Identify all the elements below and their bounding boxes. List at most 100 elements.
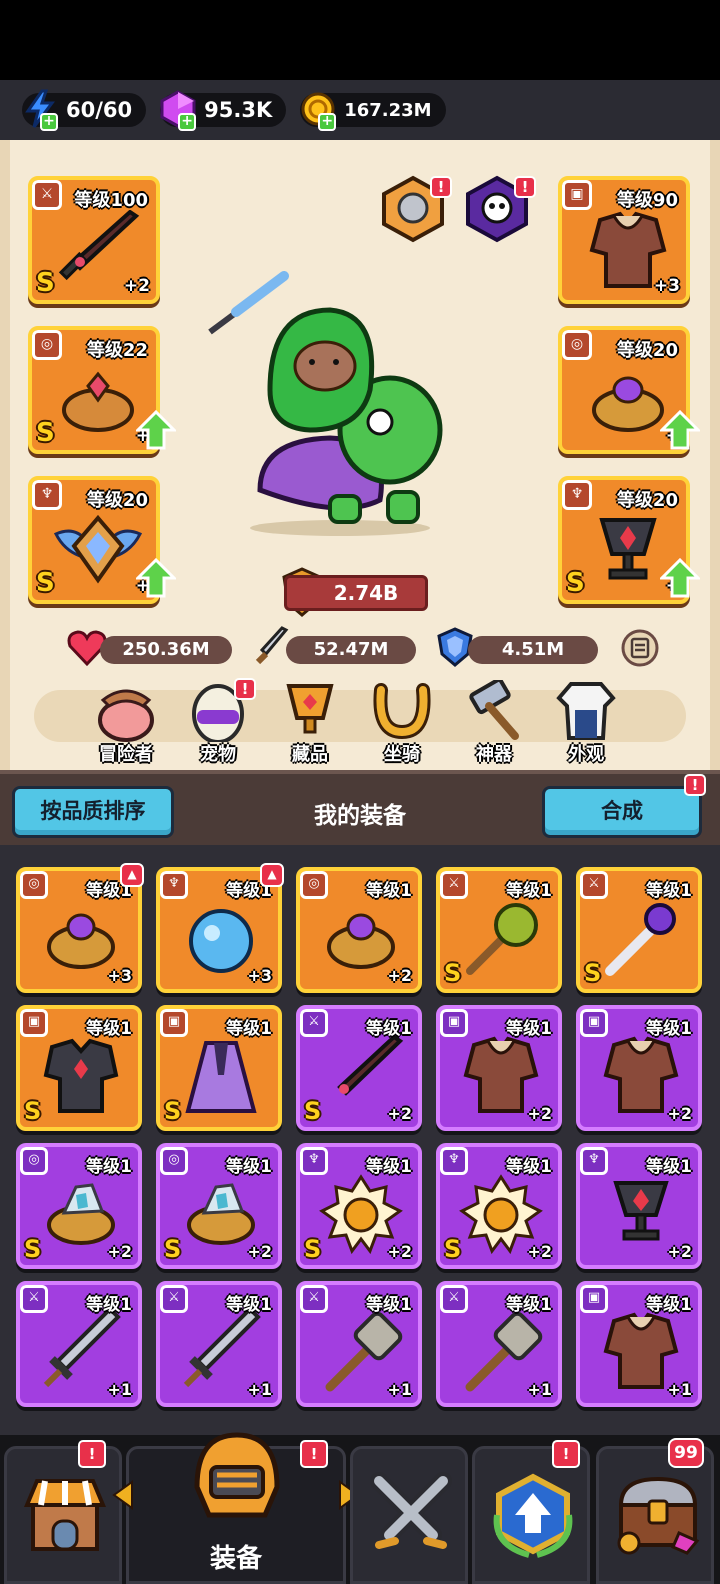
item-level: 等级1: [506, 881, 552, 901]
ring-type-icon: ◎: [32, 330, 62, 360]
item-level: 等级1: [366, 1019, 412, 1039]
gem-counter[interactable]: + 95.3K: [160, 90, 287, 131]
rank-label: S: [36, 418, 55, 448]
upgrade-arrow-icon: [136, 558, 176, 598]
inventory-item[interactable]: ♆ 等级1 S +2: [296, 1143, 422, 1269]
item-type-icon: ⚔: [440, 871, 468, 899]
inventory-item[interactable]: ◎ 等级1 +2: [296, 867, 422, 993]
alert-badge: !: [684, 774, 706, 796]
enhance-level: +1: [667, 1380, 692, 1399]
item-type-icon: ⚔: [440, 1285, 468, 1313]
equip-slot-armor[interactable]: ▣ 等级90 +3: [558, 176, 690, 304]
stats-detail-icon[interactable]: [620, 628, 660, 668]
item-type-icon: ♆: [300, 1147, 328, 1175]
inventory-item[interactable]: ◎ 等级1 S +2: [16, 1143, 142, 1269]
alert-badge: !: [552, 1440, 580, 1468]
inventory-item[interactable]: ▣ 等级1 +2: [436, 1005, 562, 1131]
inventory-item[interactable]: ▣ 等级1 S: [16, 1005, 142, 1131]
collection-icon: [286, 684, 334, 734]
item-level: 等级1: [506, 1019, 552, 1039]
rank-label: S: [566, 568, 585, 598]
rank-label: S: [444, 959, 462, 987]
inventory-item[interactable]: ⚔ 等级1 +1: [436, 1281, 562, 1407]
rank-label: S: [304, 1097, 322, 1125]
add-gems-icon[interactable]: +: [178, 113, 197, 131]
item-type-icon: ▣: [160, 1009, 188, 1037]
inventory-grid: ◎ 等级1 +3 ▲ ♆ 等级1 +3 ▲ ◎ 等级1 +2 ⚔ 等级1 S ⚔ 等级1 S ▣ 等级1 S ▣ 等级1 S…: [0, 845, 720, 1435]
inventory-item[interactable]: ▣ 等级1 +2: [576, 1005, 702, 1131]
new-item-badge: ▲: [120, 863, 144, 887]
rank-label: S: [36, 268, 55, 298]
chevron-left-icon[interactable]: [110, 1480, 136, 1510]
item-type-icon: ◎: [300, 871, 328, 899]
mount-icon: [373, 683, 431, 740]
menu-outfit[interactable]: 外观: [546, 680, 626, 765]
crossed-swords-icon: [370, 1472, 452, 1549]
slot-level: 等级22: [86, 340, 148, 361]
item-type-icon: ◎: [20, 1147, 48, 1175]
nav-equipment-label: 装备: [209, 1544, 262, 1574]
item-level: 等级1: [646, 1157, 692, 1177]
item-type-icon: ♆: [580, 1147, 608, 1175]
slot-level: 等级20: [616, 490, 678, 511]
adventurer-icon: [98, 689, 154, 742]
energy-counter[interactable]: + 60/60: [22, 89, 147, 131]
enhance-level: +2: [107, 1242, 132, 1261]
new-item-badge: ▲: [260, 863, 284, 887]
rank-label: S: [304, 1235, 322, 1263]
enhance-level: +2: [387, 1242, 412, 1261]
inventory-item[interactable]: ⚔ 等级1 S: [436, 867, 562, 993]
inventory-item[interactable]: ⚔ 等级1 +1: [16, 1281, 142, 1407]
merge-button[interactable]: 合成: [542, 786, 702, 838]
rank-label: S: [584, 959, 602, 987]
upgrade-arrow-icon: [660, 558, 700, 598]
item-level: 等级1: [646, 881, 692, 901]
menu-artifact[interactable]: 神器: [454, 677, 534, 765]
necklace-type-icon: ♆: [32, 480, 62, 510]
enhance-level: +2: [247, 1242, 272, 1261]
enhance-level: +2: [123, 276, 150, 296]
enhance-level: +2: [527, 1104, 552, 1123]
add-energy-icon[interactable]: +: [40, 113, 58, 131]
inventory-item[interactable]: ⚔ 等级1 S: [576, 867, 702, 993]
sort-by-quality-button[interactable]: 按品质排序: [12, 786, 174, 838]
nav-battle[interactable]: [350, 1446, 468, 1584]
inventory-item[interactable]: ♆ 等级1 S +2: [436, 1143, 562, 1269]
hp-stat: 250.36M: [100, 636, 232, 664]
status-bar: [0, 0, 720, 80]
inventory-item[interactable]: ⚔ 等级1 +1: [156, 1281, 282, 1407]
energy-value: 60/60: [66, 98, 133, 122]
gem-value: 95.3K: [204, 98, 273, 122]
menu-collection[interactable]: 藏品: [270, 680, 350, 765]
item-type-icon: ⚔: [20, 1285, 48, 1313]
item-level: 等级1: [226, 1295, 272, 1315]
inventory-item[interactable]: ♆ 等级1 +2: [576, 1143, 702, 1269]
item-type-icon: ⚔: [580, 871, 608, 899]
item-type-icon: ♆: [440, 1147, 468, 1175]
menu-adventurer[interactable]: 冒险者: [86, 680, 166, 765]
upgrade-arrow-icon: [136, 410, 176, 450]
rank-label: S: [164, 1235, 182, 1263]
item-type-icon: ▣: [580, 1285, 608, 1313]
inventory-item[interactable]: ◎ 等级1 S +2: [156, 1143, 282, 1269]
inventory-item[interactable]: ▣ 等级1 S: [156, 1005, 282, 1131]
add-gold-icon[interactable]: +: [318, 113, 337, 131]
inventory-item[interactable]: ▣ 等级1 +1: [576, 1281, 702, 1407]
equip-slot-weapon[interactable]: ⚔ 等级100 S +2: [28, 176, 160, 304]
gold-counter[interactable]: + 167.23M: [300, 92, 446, 131]
item-level: 等级1: [646, 1019, 692, 1039]
alert-badge: !: [234, 678, 256, 700]
armor-dark-icon: [43, 1038, 119, 1113]
inventory-title: 我的装备: [314, 803, 406, 829]
inventory-item[interactable]: ⚔ 等级1 S +2: [296, 1005, 422, 1131]
artifact-icon: [469, 677, 519, 740]
gold-ring-icon: [62, 371, 134, 432]
alert-badge: !: [300, 1440, 328, 1468]
menu-mount[interactable]: 坐骑: [362, 680, 442, 765]
item-level: 等级1: [506, 1295, 552, 1315]
inventory-item[interactable]: ⚔ 等级1 +1: [296, 1281, 422, 1407]
enhance-level: +2: [527, 1242, 552, 1261]
slot-level: 等级20: [616, 340, 678, 361]
item-type-icon: ⚔: [300, 1285, 328, 1313]
rank-label: S: [24, 1235, 42, 1263]
